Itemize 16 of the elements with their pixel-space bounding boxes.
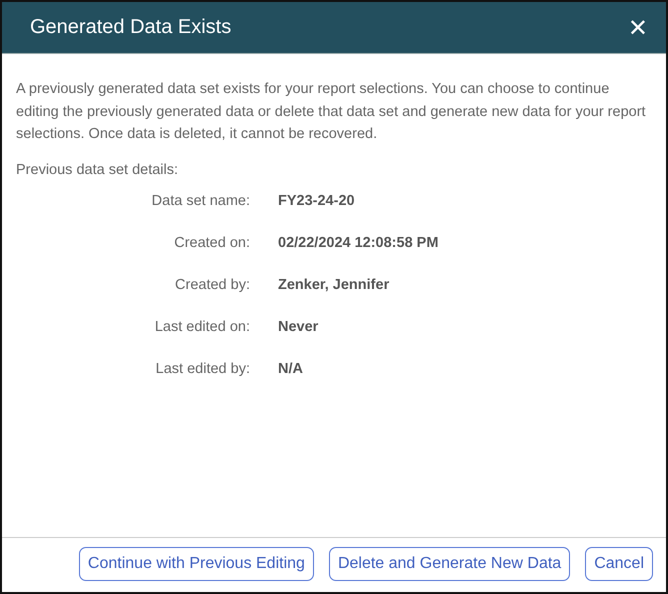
detail-value: N/A: [278, 360, 304, 378]
details-heading: Previous data set details:: [16, 162, 180, 178]
detail-value: Zenker, Jennifer: [278, 276, 390, 294]
detail-value: FY23-24-20: [278, 192, 356, 210]
detail-label: Last edited on:: [154, 318, 250, 336]
detail-label: Created by:: [174, 276, 250, 294]
dialog-button[interactable]: Cancel: [585, 547, 653, 581]
detail-value: 02/22/2024 12:08:58 PM: [278, 234, 440, 252]
dialog-button[interactable]: Continue with Previous Editing: [78, 547, 314, 581]
detail-label: Data set name:: [150, 192, 250, 210]
dialog-title: Generated Data Exists: [30, 16, 232, 39]
detail-value: Never: [278, 318, 320, 336]
dialog-button[interactable]: Delete and Generate New Data: [328, 547, 570, 581]
detail-label: Created on:: [173, 234, 250, 252]
message-text: A previously generated data set exists for your report selections. You can choose to continue editing the previously generated data or delete that data set and generate new data for your report selections. Once data is deleted, it cannot be recovered.: [16, 80, 647, 144]
detail-label: Last edited by:: [154, 360, 250, 378]
